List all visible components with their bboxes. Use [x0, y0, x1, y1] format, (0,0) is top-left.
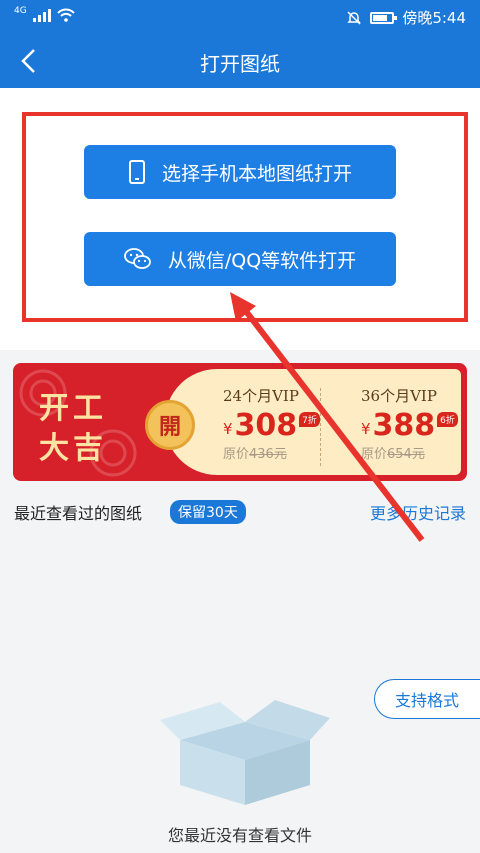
offer-36-month[interactable]: 36个月VIP ¥ 388 6折 原价654元 — [361, 385, 467, 462]
banner-slogan: 开工 大吉 — [39, 391, 107, 466]
highlight-box — [22, 112, 468, 322]
recent-drawings-title: 最近查看过的图纸 — [14, 504, 143, 523]
discount-tag: 6折 — [437, 412, 458, 427]
open-wechat-button[interactable]: 从微信/QQ等软件打开 — [84, 232, 396, 286]
supported-formats-button[interactable]: 支持格式 — [374, 679, 480, 719]
offer-price: 308 — [234, 408, 298, 443]
status-bar: 4G 傍晚5:44 — [0, 0, 480, 34]
wechat-icon — [123, 248, 151, 269]
more-history-link[interactable]: 更多历史记录 — [370, 500, 466, 524]
mute-bell-icon — [347, 10, 362, 25]
seal-badge: 開 — [145, 400, 195, 450]
discount-tag: 7折 — [299, 412, 320, 427]
offer-divider — [320, 388, 321, 466]
network-type: 4G — [14, 5, 27, 16]
open-local-button[interactable]: 选择手机本地图纸打开 — [84, 145, 396, 199]
navigation-bar: 打开图纸 — [0, 34, 480, 88]
battery-icon — [370, 11, 398, 24]
vip-promo-banner[interactable]: 开工 大吉 開 24个月VIP ¥ 308 7折 原价436元 36个月VIP … — [13, 363, 467, 481]
empty-state-text: 您最近没有查看文件 — [167, 826, 312, 845]
open-wechat-label: 从微信/QQ等软件打开 — [167, 249, 357, 272]
original-price: 原价654元 — [361, 447, 425, 462]
offer-24-month[interactable]: 24个月VIP ¥ 308 7折 原价436元 — [223, 385, 343, 462]
page-title: 打开图纸 — [200, 52, 280, 76]
original-price: 原价436元 — [223, 447, 287, 462]
offer-price: 388 — [372, 408, 436, 443]
empty-box-icon — [160, 700, 330, 805]
retention-badge: 保留30天 — [170, 500, 246, 524]
status-time: 傍晚5:44 — [402, 9, 466, 27]
phone-icon — [128, 160, 145, 184]
signal-icon — [32, 8, 51, 22]
open-local-label: 选择手机本地图纸打开 — [161, 162, 352, 185]
wifi-icon — [56, 8, 75, 22]
